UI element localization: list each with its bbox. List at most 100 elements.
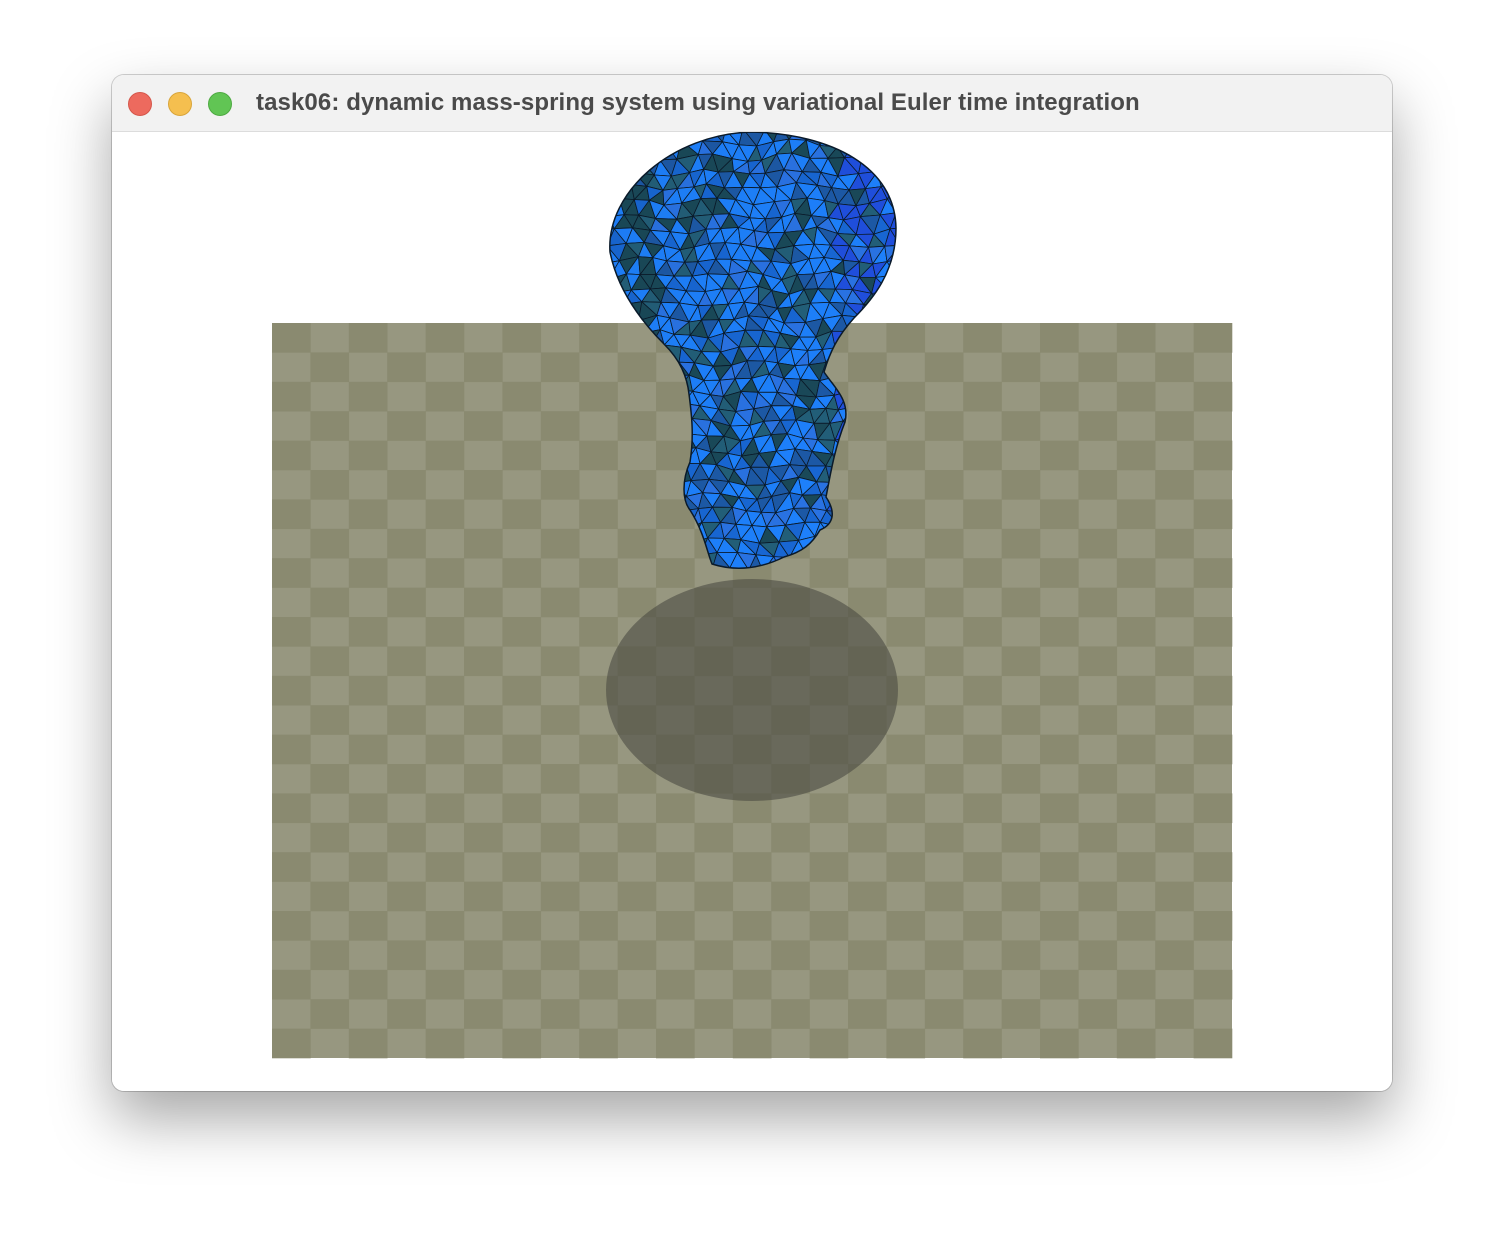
floor-tile: [502, 617, 542, 647]
floor-tile: [387, 587, 426, 618]
mesh-triangle: [646, 132, 666, 145]
title-bar[interactable]: task06: dynamic mass-spring system using…: [112, 75, 1392, 132]
mesh-triangle: [879, 138, 896, 156]
floor-tile: [348, 911, 388, 941]
floor-tile: [1078, 999, 1118, 1029]
mesh-triangle: [616, 132, 634, 145]
floor-tile: [579, 911, 618, 941]
mesh-triangle: [914, 175, 928, 189]
floor-tile: [272, 969, 311, 1000]
floor-tile: [963, 440, 1002, 471]
zoom-button[interactable]: [208, 92, 232, 116]
floor-tile: [540, 411, 580, 441]
floor-tile: [1040, 911, 1079, 941]
floor-tile: [272, 911, 311, 941]
mesh-triangle: [889, 288, 896, 307]
mesh-triangle: [643, 132, 659, 145]
floor-tile: [579, 793, 618, 824]
floor-tile: [617, 528, 657, 559]
mesh-triangle: [595, 276, 609, 292]
mesh-triangle: [620, 157, 642, 173]
mesh-triangle: [904, 259, 919, 272]
floor-tile: [310, 411, 350, 441]
mesh-triangle: [846, 132, 864, 145]
mesh-triangle: [892, 171, 896, 185]
floor-tile: [1155, 528, 1194, 559]
mesh-triangle: [906, 304, 921, 320]
mesh-triangle: [898, 171, 914, 186]
3d-viewport[interactable]: [112, 132, 1392, 1091]
floor-tile: [425, 969, 465, 1000]
floor-tile: [540, 352, 580, 383]
floor-tile: [1001, 881, 1041, 912]
floor-tile: [1193, 381, 1233, 412]
mesh-triangle: [632, 132, 647, 145]
floor-tile: [617, 822, 657, 853]
floor-tile: [886, 852, 926, 882]
floor-tile: [1193, 852, 1233, 882]
mesh-triangle: [587, 263, 603, 276]
floor-tile: [1116, 381, 1156, 412]
mesh-triangle: [609, 183, 613, 202]
close-button[interactable]: [128, 92, 152, 116]
floor-tile: [579, 1028, 618, 1059]
mesh-triangle: [880, 171, 896, 187]
mesh-triangle: [915, 272, 933, 289]
floor-tile: [771, 881, 810, 912]
floor-tile: [886, 440, 926, 471]
floor-tile: [1193, 617, 1233, 647]
floor-tile: [540, 705, 580, 735]
floor-tile: [732, 852, 772, 882]
floor-tile: [694, 999, 734, 1029]
floor-tile: [464, 764, 503, 794]
floor-tile: [732, 911, 772, 941]
cloth-shadow: [606, 579, 898, 801]
mesh-triangle: [920, 245, 936, 261]
floor-tile: [1116, 440, 1156, 471]
scene-canvas[interactable]: [112, 132, 1392, 1091]
floor-tile: [1155, 822, 1194, 853]
mesh-triangle: [572, 303, 588, 320]
floor-tile: [310, 764, 350, 794]
floor-tile: [348, 1028, 388, 1059]
floor-tile: [579, 734, 618, 765]
floor-tile: [924, 764, 964, 794]
floor-tile: [886, 1028, 926, 1059]
minimize-button[interactable]: [168, 92, 192, 116]
floor-tile: [348, 323, 388, 353]
floor-tile: [656, 969, 695, 1000]
floor-tile: [809, 1028, 849, 1059]
floor-tile: [924, 352, 964, 383]
mesh-triangle: [572, 245, 591, 263]
floor-tile: [1155, 646, 1194, 677]
floor-tile: [1155, 352, 1194, 383]
mesh-triangle: [869, 138, 888, 155]
floor-tile: [387, 764, 426, 794]
floor-tile: [348, 558, 388, 588]
mesh-triangle: [609, 169, 613, 190]
floor-tile: [617, 999, 657, 1029]
floor-tile: [502, 1028, 542, 1059]
floor-tile: [1078, 881, 1118, 912]
mesh-triangle: [920, 189, 940, 206]
mesh-triangle: [920, 204, 940, 220]
floor-tile: [656, 1028, 695, 1059]
floor-tile: [272, 499, 311, 530]
mesh-triangle: [572, 234, 591, 249]
mesh-triangle: [902, 199, 920, 215]
floor-tile: [1001, 352, 1041, 383]
floor-tile: [1040, 381, 1079, 412]
floor-tile: [502, 852, 542, 882]
mesh-triangle: [886, 132, 896, 144]
mesh-triangle: [640, 143, 661, 161]
floor-tile: [1193, 734, 1233, 765]
floor-tile: [924, 646, 964, 677]
floor-tile: [348, 381, 388, 412]
floor-tile: [540, 470, 580, 500]
mesh-triangle: [578, 132, 594, 145]
mesh-triangle: [657, 132, 676, 143]
floor-tile: [809, 969, 849, 1000]
floor-tile: [464, 881, 503, 912]
floor-tile: [963, 558, 1002, 588]
floor-tile: [694, 822, 734, 853]
